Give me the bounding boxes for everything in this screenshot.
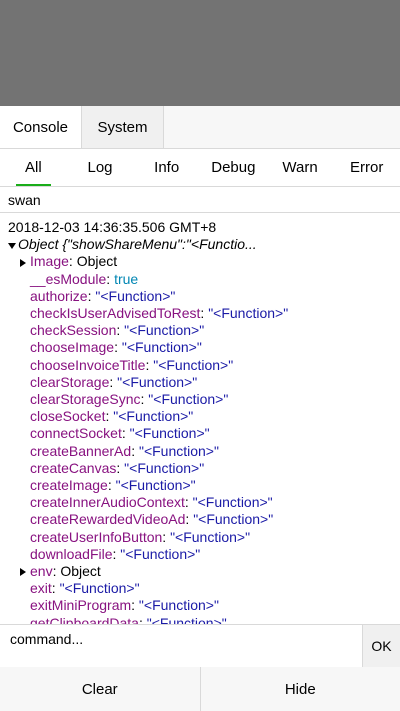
object-header-text: Object {"showShareMenu":"<Functio...: [18, 236, 257, 253]
filter-tab-log[interactable]: Log: [67, 149, 134, 186]
filter-text[interactable]: swan: [0, 187, 400, 213]
property-key: createImage: [30, 477, 108, 494]
property-row: __esModule: true: [30, 270, 139, 287]
property-key: env: [30, 563, 53, 580]
property-row: chooseImage: "<Function>": [30, 339, 202, 356]
property-key: createRewardedVideoAd: [30, 511, 186, 528]
hide-button[interactable]: Hide: [201, 667, 400, 711]
filter-tab-info[interactable]: Info: [133, 149, 200, 186]
property-value: "<Function>": [124, 459, 205, 476]
object-properties: Image: Object __esModule: true authorize: …: [8, 253, 392, 624]
property-key: createInnerAudioContext: [30, 494, 185, 511]
property-row: createUserInfoButton: "<Function>": [30, 528, 251, 545]
property-value: "<Function>": [193, 511, 274, 528]
property-value: "<Function>": [208, 305, 289, 322]
property-key: chooseImage: [30, 339, 115, 356]
property-row: clearStorageSync: "<Function>": [30, 391, 229, 408]
log-filter-tabs: All Log Info Debug Warn Error: [0, 149, 400, 187]
property-key: clearStorage: [30, 373, 110, 390]
ok-button[interactable]: OK: [362, 625, 400, 667]
property-value: "<Function>": [148, 391, 229, 408]
property-value: "<Function>": [95, 287, 176, 304]
property-row: createRewardedVideoAd: "<Function>": [30, 511, 274, 528]
property-key: checkSession: [30, 322, 117, 339]
log-output[interactable]: 2018-12-03 14:36:35.506 GMT+8 Object {"s…: [0, 214, 400, 624]
property-key: closeSocket: [30, 408, 106, 425]
dimmed-overlay[interactable]: [0, 0, 400, 106]
property-value: "<Function>": [117, 373, 198, 390]
property-value: true: [114, 270, 139, 287]
property-value: "<Function>": [146, 614, 227, 624]
property-key: createCanvas: [30, 459, 117, 476]
property-value: "<Function>": [115, 477, 196, 494]
object-header[interactable]: Object {"showShareMenu":"<Functio...: [8, 236, 392, 253]
expand-right-icon[interactable]: [20, 258, 26, 267]
property-value: "<Function>": [120, 545, 201, 562]
property-key: exit: [30, 580, 52, 597]
property-key: checkIsUserAdvisedToRest: [30, 305, 201, 322]
property-row: createImage: "<Function>": [30, 477, 196, 494]
filter-tab-debug[interactable]: Debug: [200, 149, 267, 186]
property-value: "<Function>": [138, 597, 219, 614]
property-row[interactable]: Image: Object: [8, 253, 392, 270]
property-key: __esModule: [30, 270, 107, 287]
property-key: exitMiniProgram: [30, 597, 132, 614]
property-row: checkSession: "<Function>": [30, 322, 205, 339]
expand-right-icon[interactable]: [20, 568, 26, 577]
property-row: connectSocket: "<Function>": [30, 425, 210, 442]
property-row: getClipboardData: "<Function>": [8, 615, 392, 624]
property-row: authorize: "<Function>": [30, 287, 176, 304]
property-row: createCanvas: "<Function>": [30, 459, 205, 476]
property-value: "<Function>": [153, 356, 234, 373]
log-timestamp: 2018-12-03 14:36:35.506 GMT+8: [8, 219, 217, 235]
filter-tab-warn[interactable]: Warn: [267, 149, 334, 186]
property-key: downloadFile: [30, 545, 113, 562]
property-value: Object: [60, 563, 101, 580]
property-value: "<Function>": [138, 442, 219, 459]
property-row: checkIsUserAdvisedToRest: "<Function>": [30, 305, 289, 322]
property-row[interactable]: env: Object: [8, 563, 392, 580]
property-row: exitMiniProgram: "<Function>": [30, 597, 219, 614]
property-value: "<Function>": [59, 580, 140, 597]
bottom-toolbar: Clear Hide: [0, 667, 400, 711]
clear-button[interactable]: Clear: [0, 667, 201, 711]
property-row: chooseInvoiceTitle: "<Function>": [30, 356, 234, 373]
command-bar: command... OK: [0, 624, 400, 667]
property-row: createBannerAd: "<Function>": [30, 442, 219, 459]
property-value: "<Function>": [113, 408, 194, 425]
property-key: clearStorageSync: [30, 391, 141, 408]
command-input[interactable]: command...: [0, 625, 362, 667]
property-value: "<Function>": [124, 322, 205, 339]
property-value: "<Function>": [170, 528, 251, 545]
property-key: chooseInvoiceTitle: [30, 356, 146, 373]
vconsole-panel: Console System All Log Info Debug Warn E…: [0, 106, 400, 711]
property-row: createInnerAudioContext: "<Function>": [30, 494, 273, 511]
top-tab-bar: Console System: [0, 106, 400, 149]
property-value: "<Function>": [121, 339, 202, 356]
property-value: Object: [76, 253, 118, 270]
property-key: createUserInfoButton: [30, 528, 163, 545]
expand-down-icon[interactable]: [8, 242, 16, 249]
property-row: clearStorage: "<Function>": [30, 373, 198, 390]
filter-tab-all[interactable]: All: [0, 149, 67, 186]
property-key: Image: [30, 253, 69, 270]
property-key: createBannerAd: [30, 442, 132, 459]
property-row: exit: "<Function>": [30, 580, 140, 597]
property-row: downloadFile: "<Function>": [30, 545, 201, 562]
property-key: authorize: [30, 287, 88, 304]
tab-system[interactable]: System: [82, 106, 164, 148]
property-key: connectSocket: [30, 425, 122, 442]
tab-console[interactable]: Console: [0, 106, 82, 148]
filter-tab-error[interactable]: Error: [333, 149, 400, 186]
property-key: getClipboardData: [30, 614, 139, 624]
property-row: closeSocket: "<Function>": [30, 408, 194, 425]
property-value: "<Function>": [129, 425, 210, 442]
property-value: "<Function>": [192, 494, 273, 511]
